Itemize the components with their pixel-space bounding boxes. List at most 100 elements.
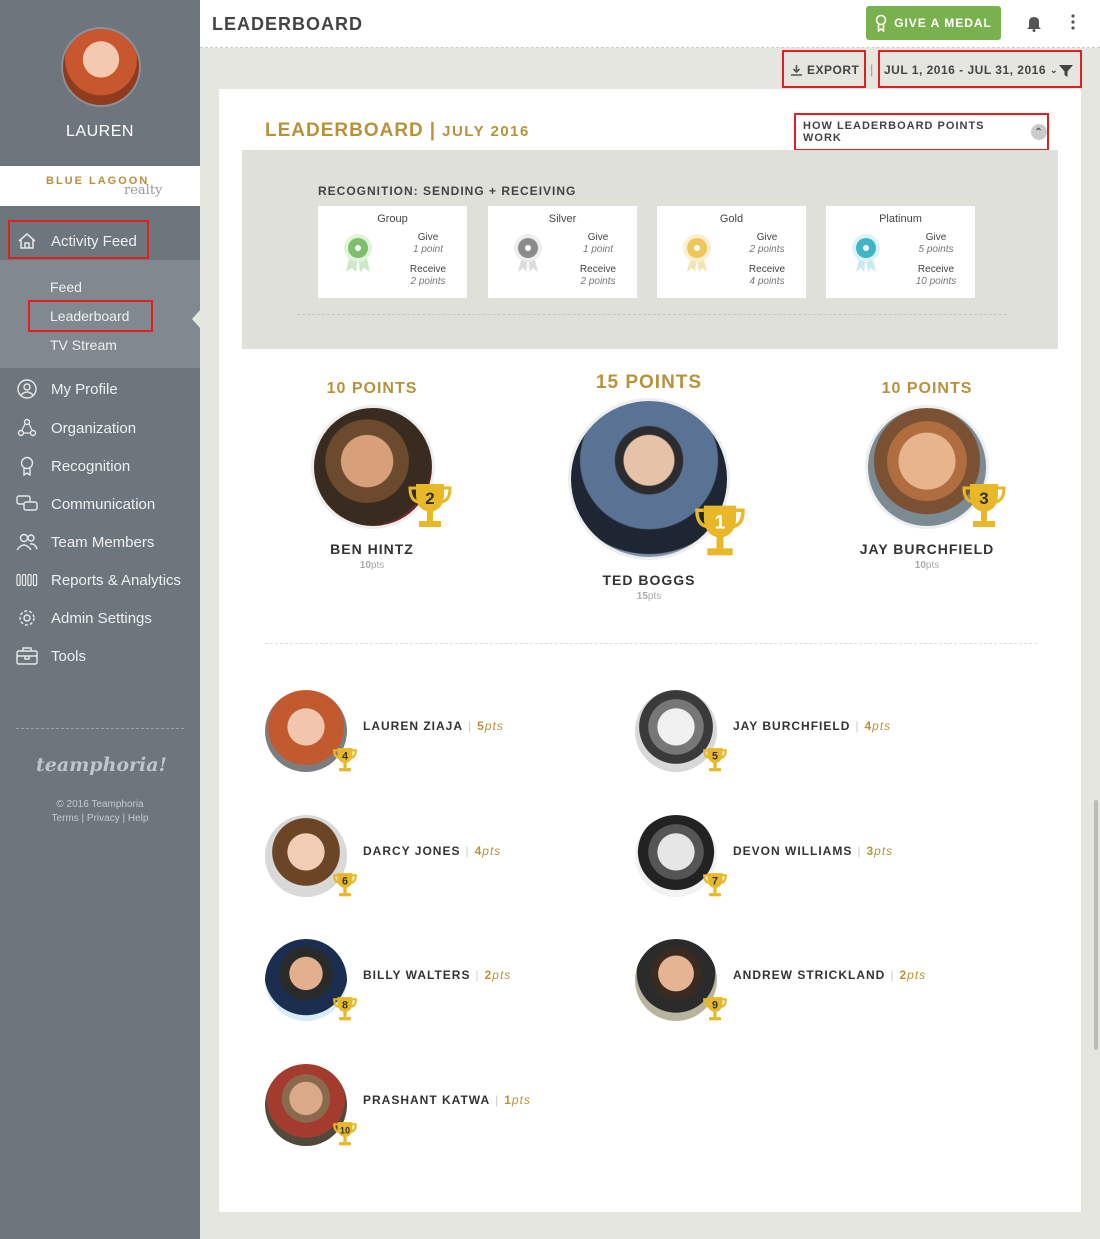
nav-label: Team Members [51, 533, 155, 551]
give-points: 2 points [749, 244, 785, 255]
medal-card-silver: Silver Give 1 point Receive 2 points [488, 206, 637, 298]
trophy-icon: 5 [703, 746, 727, 779]
player-name: PRASHANT KATWA [363, 1093, 491, 1107]
more-options-icon[interactable] [1070, 14, 1076, 35]
scrollbar[interactable] [1094, 800, 1098, 1050]
podium-name[interactable]: TED BOGGS [549, 572, 749, 588]
active-indicator [192, 310, 200, 328]
profile-icon [16, 379, 38, 399]
brand-tagline: realty [124, 183, 163, 198]
nav-communication[interactable]: Communication [0, 486, 200, 522]
trophy-rank: 8 [342, 999, 348, 1011]
give-medal-button[interactable]: GIVE A MEDAL [866, 6, 1001, 40]
title-separator: | [429, 120, 437, 141]
nav-label: Communication [51, 495, 156, 513]
list-item[interactable]: DARCY JONES | 4pts [363, 844, 501, 858]
team-icon [16, 532, 38, 552]
podium-points-small: 10pts [827, 560, 1027, 571]
give-label: Give [587, 232, 609, 243]
medal-card-group: Group Give 1 point Receive 2 points [318, 206, 467, 298]
player-points: 1pts [504, 1093, 531, 1107]
player-points: 4pts [475, 844, 502, 858]
list-item[interactable]: PRASHANT KATWA | 1pts [363, 1093, 531, 1107]
medal-name: Platinum [879, 213, 922, 225]
chevron-down-icon: ⌄ [1050, 64, 1059, 75]
podium-name[interactable]: BEN HINTZ [272, 541, 472, 557]
nav-my-profile[interactable]: My Profile [0, 371, 200, 407]
export-button[interactable]: EXPORT [791, 63, 859, 77]
date-range-label: JUL 1, 2016 - JUL 31, 2016 [884, 63, 1046, 77]
player-points: 2pts [899, 968, 926, 982]
nav-admin-settings[interactable]: Admin Settings [0, 600, 200, 636]
export-label: EXPORT [807, 63, 860, 77]
nav-tools[interactable]: Tools [0, 638, 200, 674]
list-item[interactable]: JAY BURCHFIELD | 4pts [733, 719, 891, 733]
silver-medal-icon [510, 232, 546, 279]
panel-divider [297, 314, 1007, 315]
points-value: 10 [914, 560, 926, 571]
copyright-text: © 2016 Teamphoria [56, 799, 144, 810]
player-points: 3pts [866, 844, 893, 858]
receive-points: 10 points [915, 276, 957, 287]
user-avatar[interactable] [61, 27, 141, 107]
points-value: 5 [477, 719, 485, 733]
nav-team-members[interactable]: Team Members [0, 524, 200, 560]
player-points: 2pts [485, 968, 512, 982]
recognition-title: RECOGNITION: SENDING + RECEIVING [318, 184, 577, 198]
separator: | [857, 844, 862, 858]
subnav-leaderboard[interactable]: Leaderboard [28, 300, 153, 332]
list-item[interactable]: BILLY WALTERS | 2pts [363, 968, 511, 982]
sidebar: LAUREN BLUE LAGOON realty Activity Feed … [0, 0, 200, 1239]
nav-reports-analytics[interactable]: Reports & Analytics [0, 562, 200, 598]
trophy-icon: 9 [703, 995, 727, 1028]
player-name: DEVON WILLIAMS [733, 844, 853, 858]
filter-icon[interactable] [1059, 64, 1073, 83]
nav-label: My Profile [51, 380, 118, 398]
list-item[interactable]: ANDREW STRICKLAND | 2pts [733, 968, 926, 982]
trophy-rank: 2 [425, 489, 434, 508]
give-label: Give [925, 232, 947, 243]
separator: | [855, 719, 860, 733]
nav-label: Reports & Analytics [51, 571, 182, 589]
nav-label: Admin Settings [51, 609, 152, 627]
separator: | [495, 1093, 500, 1107]
give-label: Give [417, 232, 439, 243]
nav-recognition[interactable]: Recognition [0, 448, 200, 484]
organization-icon [16, 418, 38, 438]
podium-divider [265, 643, 1037, 644]
podium-name[interactable]: JAY BURCHFIELD [827, 541, 1027, 557]
trophy-icon: 1 [694, 501, 746, 566]
list-item[interactable]: DEVON WILLIAMS | 3pts [733, 844, 893, 858]
player-name: JAY BURCHFIELD [733, 719, 851, 733]
user-name[interactable]: LAUREN [0, 123, 200, 141]
points-info-panel: RECOGNITION: SENDING + RECEIVING Group G… [242, 150, 1058, 349]
trophy-rank: 9 [712, 999, 718, 1011]
date-range-select[interactable]: JUL 1, 2016 - JUL 31, 2016 ⌄ [884, 63, 1058, 77]
nav-organization[interactable]: Organization [0, 410, 200, 446]
points-unit: pts [370, 560, 385, 571]
trophy-rank: 5 [712, 750, 718, 762]
points-unit: pts [482, 844, 502, 858]
leaderboard-title: LEADERBOARD [265, 120, 424, 141]
trophy-rank: 6 [342, 875, 348, 887]
trophy-icon: 7 [703, 871, 727, 904]
receive-label: Receive [917, 264, 955, 275]
footer-links[interactable]: Terms | Privacy | Help [0, 813, 200, 824]
medal-card-gold: Gold Give 2 points Receive 4 points [657, 206, 806, 298]
list-item[interactable]: LAUREN ZIAJA | 5pts [363, 719, 504, 733]
toolbox-icon [16, 646, 38, 666]
receive-label: Receive [579, 264, 617, 275]
player-name: ANDREW STRICKLAND [733, 968, 886, 982]
how-points-work-toggle[interactable]: HOW LEADERBOARD POINTS WORK ⌃ [794, 113, 1049, 151]
points-unit: pts [874, 844, 894, 858]
points-unit: pts [925, 560, 940, 571]
receive-points: 4 points [749, 276, 785, 287]
subnav-feed[interactable]: Feed [50, 279, 82, 295]
teamphoria-logo: teamphoria! [36, 754, 167, 776]
medal-icon [16, 456, 38, 476]
subnav-tv-stream[interactable]: TV Stream [50, 337, 117, 353]
chevron-up-icon: ⌃ [1031, 124, 1047, 140]
podium-points-small: 10pts [272, 560, 472, 571]
give-medal-label: GIVE A MEDAL [894, 16, 992, 30]
bell-icon[interactable] [1026, 14, 1042, 37]
